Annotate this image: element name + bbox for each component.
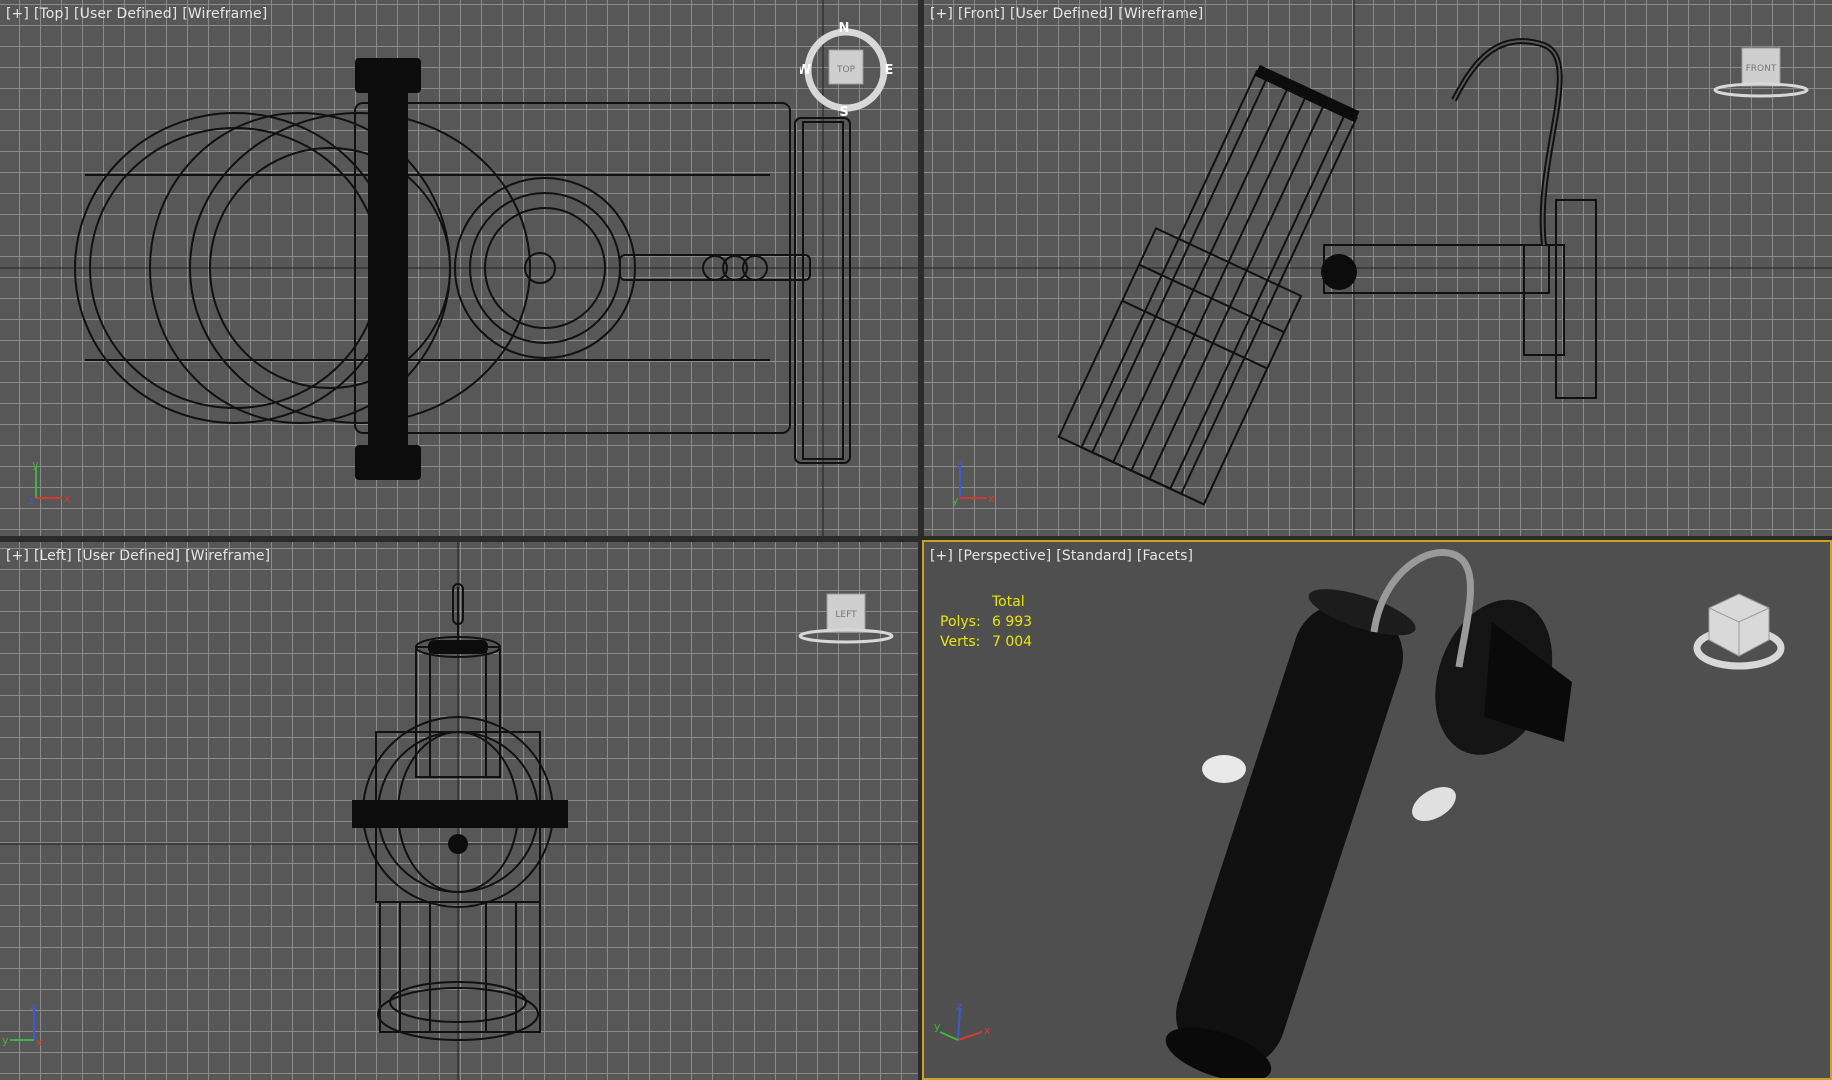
viewcube-perspective[interactable] — [1684, 586, 1794, 676]
svg-text:N: N — [839, 22, 850, 36]
wireframe-left-view — [0, 542, 918, 1080]
viewport-point-of-view-menu[interactable]: [Front] — [958, 6, 1005, 22]
axis-tripod-front: z x y — [952, 460, 995, 506]
wireframe-front-view — [924, 0, 1832, 536]
svg-text:y: y — [32, 460, 39, 471]
axis-tripod-left: z y x — [2, 1002, 43, 1048]
svg-text:x: x — [984, 1024, 991, 1037]
scene-statistics: Total Polys: 6 993 Verts: 7 004 — [940, 592, 1032, 652]
viewport-label-front: [+] [Front] [User Defined] [Wireframe] — [930, 6, 1208, 22]
svg-text:S: S — [839, 105, 848, 118]
viewcube-face-front: FRONT — [1746, 64, 1777, 74]
stats-polys-value: 6 993 — [992, 614, 1033, 630]
viewport-shading-menu[interactable]: [Facets] — [1137, 548, 1193, 564]
viewport-label-perspective: [+] [Perspective] [Standard] [Facets] — [930, 548, 1198, 564]
viewport-left[interactable]: [+] [Left] [User Defined] [Wireframe] LE… — [0, 542, 918, 1080]
viewport-label-left: [+] [Left] [User Defined] [Wireframe] — [6, 548, 275, 564]
viewport-menu-plus[interactable]: [+] — [930, 6, 953, 22]
stats-verts-value: 7 004 — [992, 634, 1033, 650]
viewcube-face-left: LEFT — [835, 610, 857, 620]
svg-text:x: x — [988, 492, 995, 505]
wireframe-top-view — [0, 0, 918, 536]
viewport-point-of-view-menu[interactable]: [Left] — [34, 548, 72, 564]
viewport-style-menu[interactable]: [Standard] — [1056, 548, 1132, 564]
stats-verts-label: Verts: — [940, 634, 981, 650]
viewport-shading-menu[interactable]: [Wireframe] — [1118, 6, 1203, 22]
viewport-style-menu[interactable]: [User Defined] — [77, 548, 180, 564]
viewport-shading-menu[interactable]: [Wireframe] — [182, 6, 267, 22]
svg-text:y: y — [952, 494, 959, 506]
svg-text:z: z — [956, 460, 962, 471]
viewport-point-of-view-menu[interactable]: [Perspective] — [958, 548, 1051, 564]
viewport-menu-plus[interactable]: [+] — [6, 548, 29, 564]
svg-text:E: E — [885, 63, 894, 78]
viewport-style-menu[interactable]: [User Defined] — [74, 6, 177, 22]
axis-tripod-perspective: z x y — [934, 1002, 991, 1041]
svg-text:y: y — [2, 1034, 9, 1047]
svg-text:z: z — [30, 1002, 36, 1013]
viewport-top[interactable]: [+] [Top] [User Defined] [Wireframe] TOP… — [0, 0, 918, 536]
viewcube-left[interactable]: LEFT — [795, 590, 899, 650]
svg-text:x: x — [36, 1036, 43, 1048]
stats-header: Total — [992, 594, 1025, 610]
viewport-point-of-view-menu[interactable]: [Top] — [34, 6, 69, 22]
viewport-menu-plus[interactable]: [+] — [6, 6, 29, 22]
viewcube-compass[interactable]: TOP N S E W — [800, 22, 900, 118]
viewcube-face-top: TOP — [836, 65, 856, 75]
svg-text:z: z — [956, 1002, 962, 1013]
viewport-shading-menu[interactable]: [Wireframe] — [185, 548, 270, 564]
viewport-front[interactable]: [+] [Front] [User Defined] [Wireframe] F… — [924, 0, 1832, 536]
svg-text:z: z — [28, 494, 34, 506]
viewcube-front[interactable]: FRONT — [1710, 44, 1814, 104]
viewport-label-top: [+] [Top] [User Defined] [Wireframe] — [6, 6, 272, 22]
svg-text:y: y — [934, 1020, 941, 1033]
svg-text:W: W — [800, 63, 811, 78]
stats-polys-label: Polys: — [940, 614, 981, 630]
viewport-perspective[interactable]: [+] [Perspective] [Standard] [Facets] Total… — [922, 540, 1832, 1080]
axis-tripod-top: y x z — [28, 460, 71, 506]
viewport-menu-plus[interactable]: [+] — [930, 548, 953, 564]
svg-text:x: x — [64, 492, 71, 505]
viewport-style-menu[interactable]: [User Defined] — [1010, 6, 1113, 22]
